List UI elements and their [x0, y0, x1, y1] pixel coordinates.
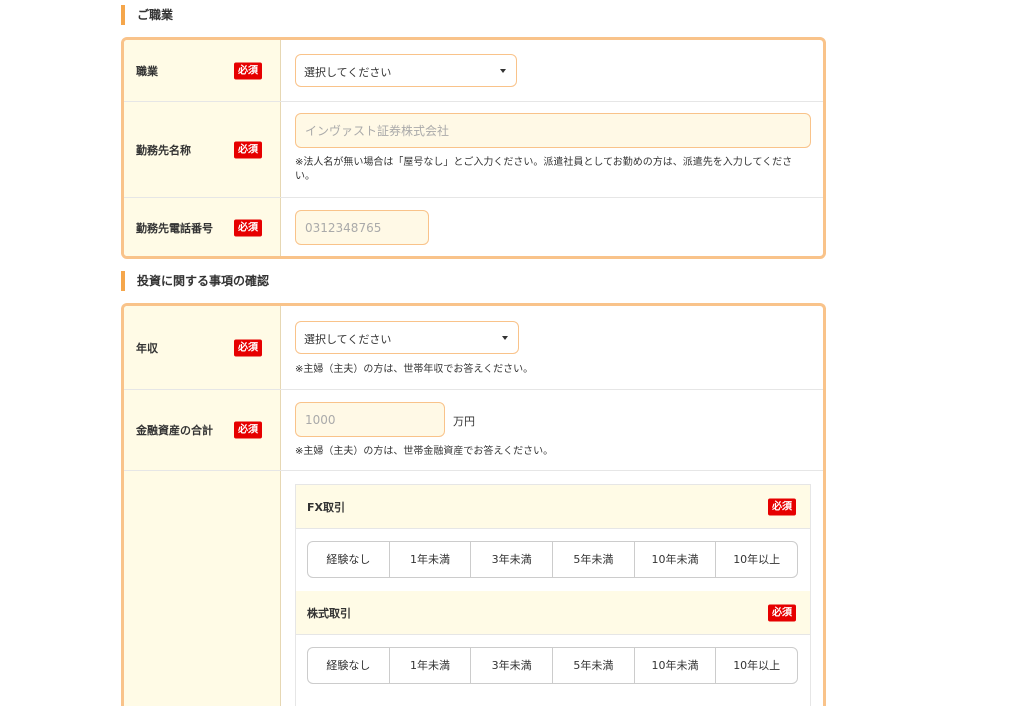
row-employer-phone: 勤務先電話番号 必須 — [124, 198, 823, 256]
occupation-form-panel: 職業 必須 選択してください 勤務先名称 必須 ※法人名が無い場合は「屋号なし」… — [121, 37, 826, 259]
unit-label: 万円 — [453, 415, 475, 428]
option-button[interactable]: 3年未満 — [471, 542, 554, 577]
annual-income-select-value: 選択してください — [304, 333, 392, 346]
annual-income-select[interactable]: 選択してください — [295, 321, 519, 354]
row-trading-experience: FX取引 必須 経験なし 1年未満 3年未満 5年未満 10年未満 10年以上 … — [124, 471, 823, 706]
investment-form-panel: 年収 必須 選択してください ※主婦（主夫）の方は、世帯年収でお答えください。 … — [121, 303, 826, 706]
occupation-select[interactable]: 選択してください — [295, 54, 517, 87]
option-button[interactable]: 5年未満 — [553, 648, 635, 683]
label-occupation: 職業 — [136, 64, 158, 78]
required-badge: 必須 — [234, 141, 262, 158]
option-button[interactable]: 10年未満 — [635, 648, 717, 683]
option-button[interactable]: 経験なし — [308, 542, 390, 577]
label-employer-phone: 勤務先電話番号 — [136, 222, 213, 235]
employer-name-input[interactable] — [295, 113, 811, 148]
chevron-down-icon — [502, 336, 508, 340]
experience-options-row-stock: 経験なし 1年未満 3年未満 5年未満 10年未満 10年以上 — [296, 635, 810, 697]
required-badge: 必須 — [234, 339, 262, 356]
option-button[interactable]: 1年未満 — [390, 542, 472, 577]
stock-experience-options: 経験なし 1年未満 3年未満 5年未満 10年未満 10年以上 — [307, 647, 798, 684]
employer-name-note: ※法人名が無い場合は「屋号なし」とご入力ください。派遣社員としてお勤めの方は、派… — [295, 157, 793, 182]
label-cell: 勤務先名称 必須 — [124, 102, 281, 197]
required-badge: 必須 — [768, 604, 796, 621]
required-badge: 必須 — [768, 498, 796, 515]
chevron-down-icon — [500, 69, 506, 73]
option-button[interactable]: 3年未満 — [471, 648, 554, 683]
required-badge: 必須 — [234, 421, 262, 439]
financial-assets-input[interactable] — [295, 402, 445, 437]
row-financial-assets: 金融資産の合計 必須 万円 ※主婦（主夫）の方は、世帯金融資産でお答えください。 — [124, 390, 823, 471]
option-button[interactable]: 5年未満 — [553, 542, 635, 577]
fx-experience-options: 経験なし 1年未満 3年未満 5年未満 10年未満 10年以上 — [307, 541, 798, 578]
option-button[interactable]: 1年未満 — [390, 648, 472, 683]
occupation-select-value: 選択してください — [304, 66, 392, 79]
required-badge: 必須 — [234, 219, 262, 237]
label-cell — [124, 471, 281, 706]
label-cell: 職業 必須 — [124, 40, 281, 101]
label-cell: 勤務先電話番号 必須 — [124, 198, 281, 256]
option-button[interactable]: 10年以上 — [716, 648, 797, 683]
experience-title-stock: 株式取引 — [307, 607, 351, 620]
row-occupation: 職業 必須 選択してください — [124, 40, 823, 102]
experience-header-fx: FX取引 必須 — [296, 485, 810, 529]
option-button[interactable]: 10年未満 — [635, 542, 717, 577]
label-employer-name: 勤務先名称 — [136, 143, 191, 157]
experience-title-fx: FX取引 — [307, 501, 345, 514]
section-title-investment: 投資に関する事項の確認 — [121, 271, 269, 291]
required-badge: 必須 — [234, 62, 262, 79]
label-annual-income: 年収 — [136, 341, 158, 355]
label-cell: 金融資産の合計 必須 — [124, 390, 281, 470]
label-financial-assets: 金融資産の合計 — [136, 424, 213, 437]
section-title-occupation: ご職業 — [121, 5, 173, 25]
row-employer-name: 勤務先名称 必須 ※法人名が無い場合は「屋号なし」とご入力ください。派遣社員とし… — [124, 102, 823, 198]
financial-assets-note: ※主婦（主夫）の方は、世帯金融資産でお答えください。 — [295, 446, 554, 457]
experience-header-stock: 株式取引 必須 — [296, 591, 810, 635]
option-button[interactable]: 10年以上 — [716, 542, 797, 577]
experience-options-row-fx: 経験なし 1年未満 3年未満 5年未満 10年未満 10年以上 — [296, 529, 810, 591]
label-cell: 年収 必須 — [124, 306, 281, 389]
row-annual-income: 年収 必須 選択してください ※主婦（主夫）の方は、世帯年収でお答えください。 — [124, 306, 823, 390]
annual-income-note: ※主婦（主夫）の方は、世帯年収でお答えください。 — [295, 364, 534, 375]
employer-phone-input[interactable] — [295, 210, 429, 245]
experience-group: FX取引 必須 経験なし 1年未満 3年未満 5年未満 10年未満 10年以上 … — [295, 484, 811, 706]
option-button[interactable]: 経験なし — [308, 648, 390, 683]
